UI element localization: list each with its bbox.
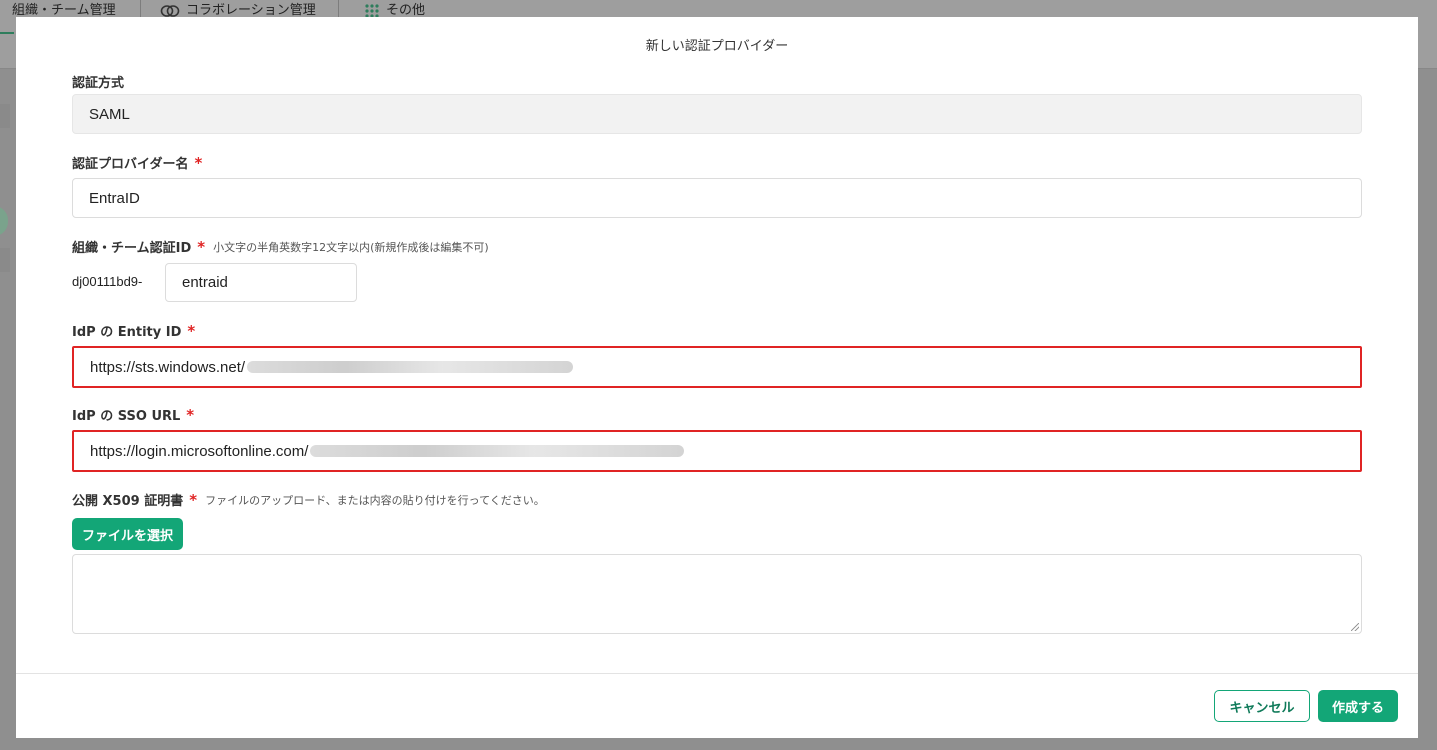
entity-id-label-text: IdP の Entity ID	[72, 325, 182, 340]
provider-name-input[interactable]: EntraID	[72, 178, 1362, 218]
sidebar-avatar	[0, 206, 8, 236]
redacted-text	[247, 361, 574, 373]
active-tab-indicator	[0, 32, 14, 34]
org-auth-id-prefix: dj00111bd9-	[72, 274, 143, 289]
auth-method-label-text: 認証方式	[72, 76, 125, 91]
provider-name-label: 認証プロバイダー名 *	[72, 153, 203, 173]
required-mark: *	[197, 237, 206, 256]
org-auth-id-label: 組織・チーム認証ID * 小文字の半角英数字12文字以内(新規作成後は編集不可)	[72, 237, 489, 257]
resize-handle-icon[interactable]	[1351, 623, 1359, 631]
footer-divider	[16, 673, 1418, 674]
entity-id-value: https://sts.windows.net/	[90, 358, 246, 376]
org-auth-id-hint: 小文字の半角英数字12文字以内(新規作成後は編集不可)	[213, 240, 489, 254]
sidebar-fragment	[0, 248, 10, 272]
cancel-button[interactable]: キャンセル	[1214, 690, 1310, 722]
org-auth-id-label-text: 組織・チーム認証ID	[72, 241, 192, 256]
certificate-label-text: 公開 X509 証明書	[72, 494, 184, 509]
required-mark: *	[187, 321, 196, 340]
sso-url-label: IdP の SSO URL *	[72, 405, 195, 425]
link-icon	[160, 5, 180, 17]
provider-name-label-text: 認証プロバイダー名	[72, 157, 189, 172]
sso-url-value: https://login.microsoftonline.com/	[90, 442, 309, 460]
required-mark: *	[186, 405, 195, 424]
new-auth-provider-dialog: 新しい認証プロバイダー 認証方式 SAML 認証プロバイダー名 * EntraI…	[16, 17, 1418, 738]
org-auth-id-input[interactable]: entraid	[165, 263, 357, 302]
create-button[interactable]: 作成する	[1318, 690, 1398, 722]
dialog-title: 新しい認証プロバイダー	[645, 39, 789, 54]
auth-method-field: SAML	[72, 94, 1362, 134]
org-auth-id-value: entraid	[182, 274, 228, 291]
sso-url-input[interactable]: https://login.microsoftonline.com/	[72, 430, 1362, 472]
certificate-textarea[interactable]	[72, 554, 1362, 634]
auth-method-label: 認証方式	[72, 72, 124, 91]
tab-divider	[140, 0, 141, 18]
required-mark: *	[189, 490, 198, 509]
certificate-label: 公開 X509 証明書 * ファイルのアップロード、または内容の貼り付けを行って…	[72, 490, 545, 510]
entity-id-label: IdP の Entity ID *	[72, 321, 196, 341]
choose-file-button[interactable]: ファイルを選択	[72, 518, 184, 550]
auth-method-value: SAML	[89, 105, 130, 123]
tab-divider	[338, 0, 339, 18]
sidebar-fragment	[0, 104, 10, 128]
provider-name-value: EntraID	[89, 189, 140, 207]
sso-url-label-text: IdP の SSO URL	[72, 409, 181, 424]
redacted-text	[310, 445, 685, 457]
certificate-hint: ファイルのアップロード、または内容の貼り付けを行ってください。	[205, 493, 545, 507]
entity-id-input[interactable]: https://sts.windows.net/	[72, 346, 1362, 388]
required-mark: *	[194, 153, 203, 172]
